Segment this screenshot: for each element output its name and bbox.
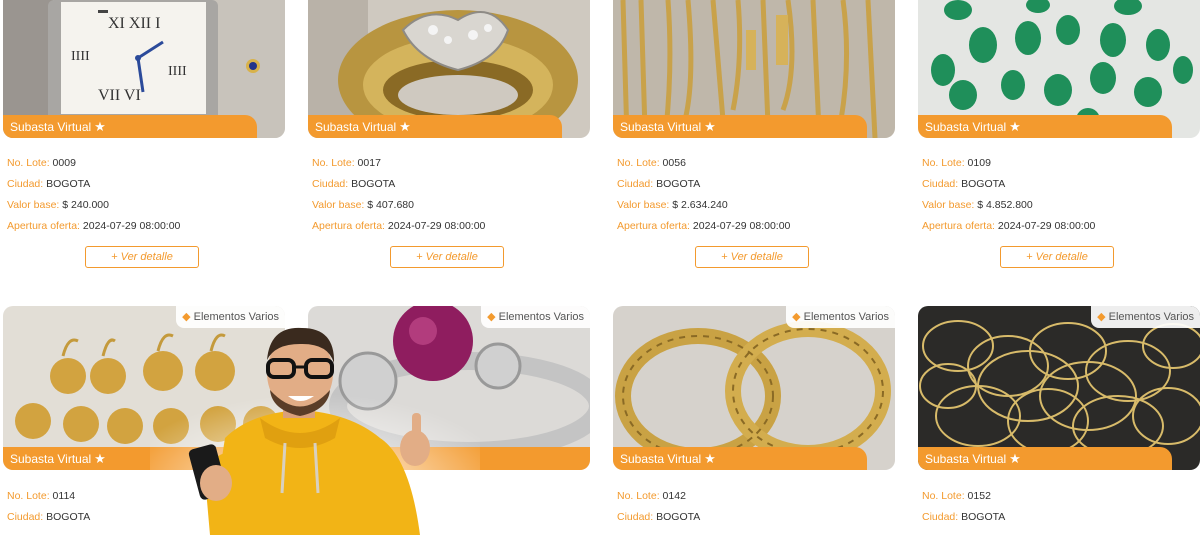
person-with-phone-image [150,327,480,535]
subasta-virtual-banner: Subasta Virtual ★ [918,447,1172,470]
star-icon: ★ [94,451,106,466]
lot-number: 0056 [662,157,686,169]
lot-info: No. Lote: 0142 Ciudad: BOGOTA [617,490,701,523]
lot-number: 0009 [52,157,76,169]
subasta-virtual-banner: Subasta Virtual ★ [3,115,257,138]
lot-number: 0109 [967,157,991,169]
bangles-image [918,306,1200,470]
lot-city: BOGOTA [656,511,701,523]
ver-detalle-button[interactable]: + Ver detalle [695,246,809,268]
svg-text:XI XII I: XI XII I [108,15,160,32]
svg-text:IIII: IIII [168,64,187,79]
star-icon: ★ [94,119,106,134]
category-tag: ◆ Elementos Varios [481,306,590,328]
lot-base-value: $ 4.852.800 [977,199,1033,211]
hoops-image [613,306,895,470]
lot-card: Subasta Virtual ★ No. Lote: 0017 Ciudad: … [308,0,590,268]
lot-number: 0142 [662,490,686,502]
lot-base-value: $ 2.634.240 [672,199,728,211]
star-icon: ★ [399,119,411,134]
lot-base-value: $ 407.680 [367,199,414,211]
lot-opening-date: 2024-07-29 08:00:00 [997,220,1096,232]
lot-city: BOGOTA [46,511,91,523]
ver-detalle-button[interactable]: + Ver detalle [1000,246,1114,268]
lot-card: Subasta Virtual ★ No. Lote: 0056 Ciudad: … [613,0,895,268]
lot-card: ◆ Elementos Varios Subasta Virtual ★ No. L… [918,306,1200,528]
lot-photo[interactable]: ◆ Elementos Varios Subasta Virtual ★ [613,306,895,470]
lot-info: No. Lote: 0009 Ciudad: BOGOTA Valor base… [7,157,181,232]
ver-detalle-button[interactable]: + Ver detalle [390,246,504,268]
lot-city: BOGOTA [656,178,701,190]
lot-photo[interactable]: ◆ Elementos Varios Subasta Virtual ★ [918,306,1200,470]
star-icon: ★ [704,451,716,466]
lot-photo[interactable]: Subasta Virtual ★ [918,0,1200,138]
subasta-virtual-banner: Subasta Virtual ★ [308,115,562,138]
ver-detalle-button[interactable]: + Ver detalle [85,246,199,268]
tag-icon: ◆ [792,311,801,323]
subasta-virtual-banner: Subasta Virtual ★ [613,115,867,138]
category-tag: ◆ Elementos Varios [786,306,895,328]
star-icon: ★ [704,119,716,134]
lot-info: No. Lote: 0017 Ciudad: BOGOTA Valor base… [312,157,486,232]
lot-city: BOGOTA [961,511,1006,523]
star-icon: ★ [1009,119,1021,134]
lot-info: No. Lote: 0152 Ciudad: BOGOTA [922,490,1006,523]
svg-text:IIII: IIII [71,49,90,64]
lot-info: No. Lote: 0056 Ciudad: BOGOTA Valor base… [617,157,791,232]
tag-icon: ◆ [487,311,496,323]
lot-city: BOGOTA [961,178,1006,190]
lot-photo[interactable]: XI XII I IIII IIII VII VI Subasta Virtua… [3,0,285,138]
lot-card: Subasta Virtual ★ No. Lote: 0109 Ciudad: … [918,0,1200,268]
lot-city: BOGOTA [351,178,396,190]
lot-number: 0152 [967,490,991,502]
lot-opening-date: 2024-07-29 08:00:00 [692,220,791,232]
lot-info: No. Lote: 0109 Ciudad: BOGOTA Valor base… [922,157,1096,232]
lot-photo[interactable]: Subasta Virtual ★ [308,0,590,138]
lot-city: BOGOTA [46,178,91,190]
tag-icon: ◆ [1097,311,1106,323]
lot-card: XI XII I IIII IIII VII VI Subasta Virtua… [3,0,285,268]
subasta-virtual-banner: Subasta Virtual ★ [613,447,867,470]
subasta-virtual-banner: Subasta Virtual ★ [918,115,1172,138]
lot-photo[interactable]: Subasta Virtual ★ [613,0,895,138]
lot-number: 0017 [357,157,381,169]
category-tag: ◆ Elementos Varios [1091,306,1200,328]
lot-opening-date: 2024-07-29 08:00:00 [387,220,486,232]
lot-base-value: $ 240.000 [62,199,109,211]
svg-text:VII VI: VII VI [98,87,141,104]
lot-number: 0114 [52,490,76,502]
lot-card: ◆ Elementos Varios Subasta Virtual ★ No. L… [613,306,895,528]
lot-opening-date: 2024-07-29 08:00:00 [82,220,181,232]
star-icon: ★ [1009,451,1021,466]
